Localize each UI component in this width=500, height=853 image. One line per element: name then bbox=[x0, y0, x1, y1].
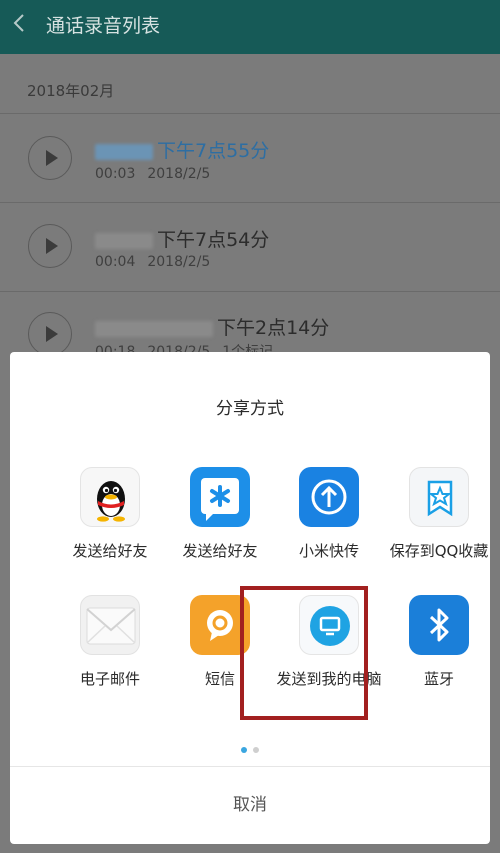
qq-favorites-icon bbox=[409, 467, 469, 527]
month-header: 2018年02月 bbox=[27, 82, 115, 100]
blurred-number bbox=[95, 320, 213, 337]
play-button[interactable] bbox=[28, 312, 72, 356]
share-sheet: 分享方式 发送给好友 发送给好友 小米快传 保存到QQ收藏 电子邮件 短信 发送… bbox=[10, 352, 490, 844]
share-item-label: 发送给好友 bbox=[72, 542, 148, 560]
mi-drop-icon bbox=[299, 467, 359, 527]
highlight-box bbox=[240, 586, 368, 720]
page-indicator bbox=[10, 738, 490, 757]
recording-duration: 00:03 bbox=[95, 166, 136, 182]
share-item-label: 发送给好友 bbox=[182, 542, 258, 560]
page-dot-active bbox=[241, 747, 247, 753]
recording-date: 2018/2/5 bbox=[147, 254, 211, 270]
play-icon bbox=[46, 238, 58, 254]
title-bar: 通话录音列表 bbox=[0, 0, 500, 54]
recording-duration: 00:04 bbox=[95, 254, 136, 270]
qq-icon bbox=[80, 467, 140, 527]
recording-date: 2018/2/5 bbox=[147, 166, 211, 182]
cancel-button[interactable]: 取消 bbox=[10, 767, 490, 844]
page-dot bbox=[253, 747, 259, 753]
blurred-number bbox=[95, 232, 153, 249]
share-item-label: 保存到QQ收藏 bbox=[389, 542, 489, 560]
play-button[interactable] bbox=[28, 136, 72, 180]
play-icon bbox=[46, 150, 58, 166]
play-button[interactable] bbox=[28, 224, 72, 268]
recording-item-1[interactable]: 下午7点55分 00:03 2018/2/5 bbox=[0, 114, 500, 202]
play-icon bbox=[46, 326, 58, 342]
recording-name: 下午7点55分 bbox=[157, 140, 270, 162]
recording-name: 下午7点54分 bbox=[157, 229, 270, 251]
recording-item-2[interactable]: 下午7点54分 00:04 2018/2/5 bbox=[0, 203, 500, 291]
page-title: 通话录音列表 bbox=[46, 15, 161, 37]
mail-icon bbox=[80, 595, 140, 655]
bluetooth-icon bbox=[409, 595, 469, 655]
share-sheet-title: 分享方式 bbox=[216, 399, 284, 419]
share-item-label: 蓝牙 bbox=[423, 670, 454, 688]
back-arrow-icon[interactable] bbox=[12, 12, 30, 34]
tim-icon bbox=[190, 467, 250, 527]
recording-name: 下午2点14分 bbox=[217, 317, 330, 339]
blurred-number bbox=[95, 143, 153, 160]
share-item-label: 电子邮件 bbox=[79, 670, 140, 688]
share-item-label: 小米快传 bbox=[298, 542, 359, 560]
